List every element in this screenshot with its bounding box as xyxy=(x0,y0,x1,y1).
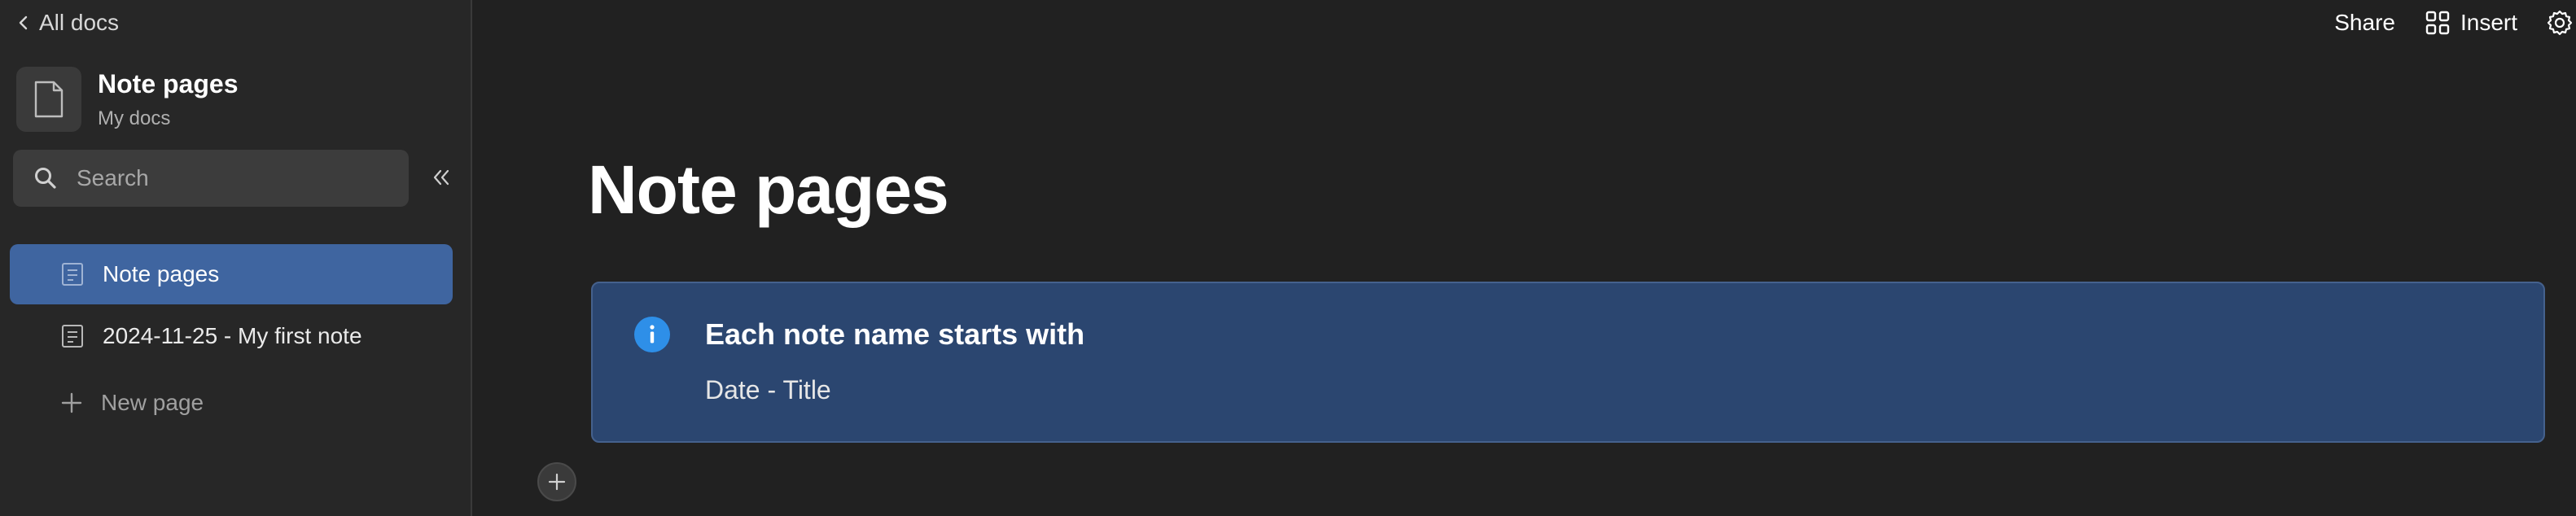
grid-icon xyxy=(2425,11,2450,35)
page-item-label: 2024-11-25 - My first note xyxy=(103,323,362,348)
double-chevron-left-icon xyxy=(433,169,449,186)
callout-body: Date - Title xyxy=(705,375,831,404)
gear-icon xyxy=(2547,10,2573,36)
share-label: Share xyxy=(2334,10,2395,35)
page-icon xyxy=(60,261,85,287)
info-icon xyxy=(634,317,670,352)
file-icon xyxy=(34,81,64,118)
page-icon xyxy=(60,323,85,349)
share-button[interactable]: Share xyxy=(2334,10,2395,36)
page-list: Note pages 2024-11-25 - My first note Ne… xyxy=(10,244,453,433)
new-page-label: New page xyxy=(101,390,204,415)
app-window: All docs Note pages My docs Search Note … xyxy=(0,0,2576,516)
doc-subtitle: My docs xyxy=(98,107,171,129)
topbar: Share Insert xyxy=(2334,0,2576,46)
callout-heading: Each note name starts with xyxy=(705,317,1085,351)
doc-title: Note pages xyxy=(98,69,239,98)
insert-label: Insert xyxy=(2460,10,2517,35)
insert-button[interactable]: Insert xyxy=(2425,10,2517,36)
search-input[interactable] xyxy=(75,164,388,192)
doc-icon-container xyxy=(16,67,81,132)
search-icon xyxy=(35,168,56,189)
doc-header: Note pages My docs xyxy=(16,67,238,132)
search-box[interactable] xyxy=(13,150,409,207)
page-item-label: Note pages xyxy=(103,261,220,286)
plus-icon xyxy=(548,473,566,491)
page-item-note-pages[interactable]: Note pages xyxy=(10,244,453,304)
info-callout[interactable]: Each note name starts with Date - Title xyxy=(591,282,2545,443)
add-block-button[interactable] xyxy=(537,462,576,501)
sidebar: All docs Note pages My docs Search Note … xyxy=(0,0,472,516)
plus-icon xyxy=(61,392,82,413)
new-page-button[interactable]: New page xyxy=(10,373,453,433)
page-title: Note pages xyxy=(588,151,949,228)
all-docs-label: All docs xyxy=(39,10,120,35)
chevron-left-icon xyxy=(19,15,28,30)
collapse-sidebar-button[interactable] xyxy=(425,161,458,194)
settings-button[interactable] xyxy=(2547,10,2573,36)
all-docs-link[interactable]: All docs xyxy=(16,7,119,39)
page-item-my-first-note[interactable]: 2024-11-25 - My first note xyxy=(10,306,453,366)
doc-texts: Note pages My docs xyxy=(98,69,238,129)
